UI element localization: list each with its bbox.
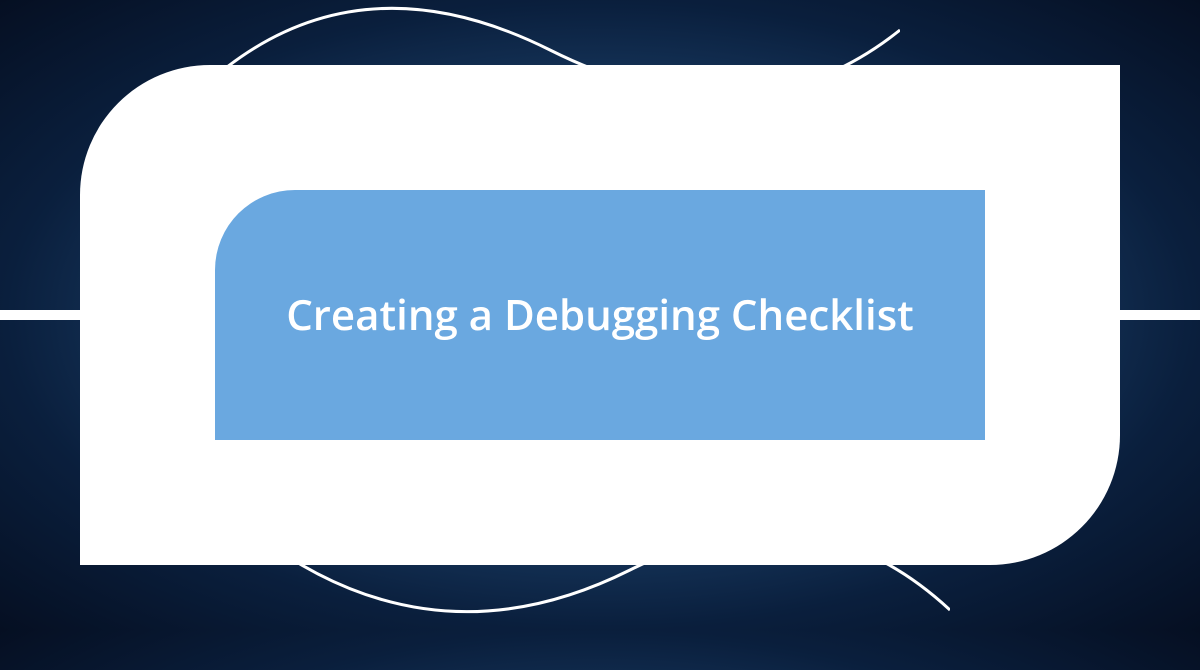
horizontal-accent-left	[0, 310, 80, 320]
page-title: Creating a Debugging Checklist	[226, 288, 974, 343]
inner-card-shape: Creating a Debugging Checklist	[215, 190, 985, 440]
horizontal-accent-right	[1120, 310, 1200, 320]
